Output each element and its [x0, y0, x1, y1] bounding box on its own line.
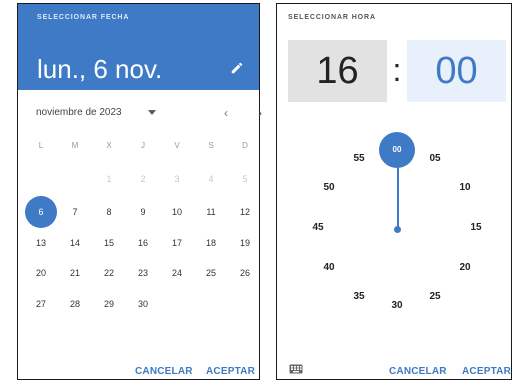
- day-cell-disabled: 2: [140, 174, 146, 184]
- clock-dial[interactable]: 00 05 10 15 20 25 30 35 40 45 50 55: [277, 4, 513, 381]
- clock-label[interactable]: 10: [453, 181, 477, 195]
- keyboard-icon[interactable]: [289, 364, 303, 374]
- weekday-label: S: [208, 141, 214, 150]
- day-cell[interactable]: 29: [92, 293, 126, 315]
- next-month-button[interactable]: ›: [254, 106, 266, 120]
- previous-month-button[interactable]: ‹: [220, 106, 232, 120]
- day-cell[interactable]: 27: [24, 293, 58, 315]
- day-cell[interactable]: 30: [126, 293, 160, 315]
- weekday-label: X: [106, 141, 112, 150]
- day-cell-selected[interactable]: 6: [24, 196, 58, 228]
- day-cell[interactable]: 9: [126, 201, 160, 223]
- calendar-week-row: 6 7 8 9 10 11 12: [24, 196, 262, 228]
- pencil-icon[interactable]: [230, 61, 244, 75]
- day-cell-disabled: 3: [174, 174, 180, 184]
- calendar-week-row: 13 14 15 16 17 18 19: [24, 232, 260, 254]
- weekday-label: D: [242, 141, 248, 150]
- clock-label[interactable]: 25: [423, 290, 447, 304]
- empty-day-cell: [24, 168, 58, 190]
- day-cell[interactable]: 8: [92, 201, 126, 223]
- day-cell[interactable]: 20: [24, 262, 58, 284]
- day-cell[interactable]: 25: [194, 262, 228, 284]
- day-cell-disabled: 5: [242, 174, 248, 184]
- empty-day-cell: [58, 168, 92, 190]
- clock-label[interactable]: 30: [385, 299, 409, 313]
- clock-label[interactable]: 20: [453, 261, 477, 275]
- weekday-header-row: L M X J V S D: [24, 135, 260, 157]
- day-cell[interactable]: 15: [92, 232, 126, 254]
- time-picker-dialog: SELECCIONAR HORA 16 : 00 00 05 10 15 20 …: [276, 3, 512, 380]
- day-cell[interactable]: 22: [92, 262, 126, 284]
- selected-date-headline: lun., 6 nov.: [37, 54, 163, 84]
- accept-button[interactable]: ACEPTAR: [462, 366, 511, 377]
- calendar-week-row: 1 2 3 4 5: [24, 168, 260, 190]
- date-picker-header: SELECCIONAR FECHA lun., 6 nov.: [18, 4, 259, 90]
- day-cell[interactable]: 11: [194, 201, 228, 223]
- day-cell[interactable]: 12: [228, 201, 262, 223]
- day-cell[interactable]: 18: [194, 232, 228, 254]
- day-cell[interactable]: 14: [58, 232, 92, 254]
- weekday-label: L: [38, 141, 44, 150]
- day-cell[interactable]: 19: [228, 232, 262, 254]
- calendar-week-row: 27 28 29 30: [24, 293, 260, 315]
- day-cell[interactable]: 28: [58, 293, 92, 315]
- day-cell[interactable]: 7: [58, 201, 92, 223]
- day-cell-disabled: 4: [208, 174, 214, 184]
- clock-label[interactable]: 15: [464, 221, 488, 235]
- selected-day-label: 6: [38, 207, 44, 217]
- clock-label[interactable]: 05: [423, 152, 447, 166]
- accept-button[interactable]: ACEPTAR: [206, 366, 255, 377]
- calendar-week-row: 20 21 22 23 24 25 26: [24, 262, 260, 284]
- day-cell[interactable]: 16: [126, 232, 160, 254]
- weekday-label: M: [71, 141, 79, 150]
- clock-center-dot: [394, 226, 401, 233]
- weekday-label: V: [174, 141, 180, 150]
- clock-label[interactable]: 40: [317, 261, 341, 275]
- clock-label[interactable]: 35: [347, 290, 371, 304]
- clock-label-selected[interactable]: 00: [385, 143, 409, 157]
- day-cell[interactable]: 10: [160, 201, 194, 223]
- clock-label[interactable]: 45: [306, 221, 330, 235]
- day-cell[interactable]: 23: [126, 262, 160, 284]
- cancel-button[interactable]: CANCELAR: [135, 366, 193, 377]
- day-cell-disabled: 1: [106, 174, 112, 184]
- clock-label[interactable]: 50: [317, 181, 341, 195]
- caret-down-icon[interactable]: [148, 110, 156, 115]
- cancel-button[interactable]: CANCELAR: [389, 366, 447, 377]
- month-selector: noviembre de 2023 ‹ ›: [35, 106, 262, 122]
- clock-label[interactable]: 55: [347, 152, 371, 166]
- day-cell[interactable]: 21: [58, 262, 92, 284]
- day-cell[interactable]: 24: [160, 262, 194, 284]
- date-picker-dialog: SELECCIONAR FECHA lun., 6 nov. noviembre…: [17, 3, 262, 380]
- day-cell[interactable]: 26: [228, 262, 262, 284]
- date-picker-caption: SELECCIONAR FECHA: [37, 14, 130, 21]
- day-cell[interactable]: 13: [24, 232, 58, 254]
- weekday-label: J: [141, 141, 145, 150]
- month-year-dropdown[interactable]: noviembre de 2023: [36, 107, 122, 118]
- day-cell[interactable]: 17: [160, 232, 194, 254]
